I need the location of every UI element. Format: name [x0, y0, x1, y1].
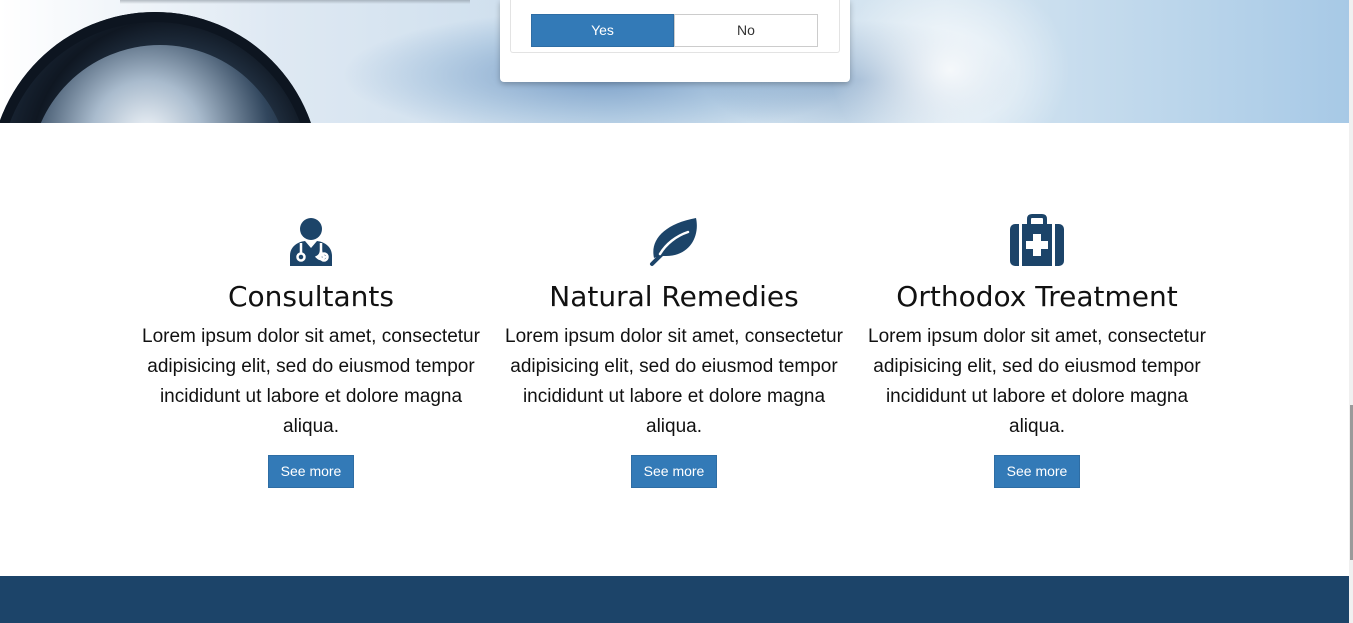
- feature-text: Lorem ipsum dolor sit amet, consectetur …: [505, 326, 843, 437]
- hero-shadow: [120, 0, 470, 4]
- page: Yes No Consultants Lorem ipsum dolor sit…: [0, 0, 1353, 623]
- leaf-icon: [650, 218, 697, 266]
- feature-text: Lorem ipsum dolor sit amet, consectetur …: [868, 326, 1206, 437]
- footer-bar: [0, 576, 1349, 623]
- feature-title: Consultants: [228, 280, 394, 313]
- medkit-icon: [1010, 214, 1064, 266]
- no-button[interactable]: No: [674, 14, 818, 47]
- see-more-button[interactable]: See more: [993, 455, 1081, 488]
- feature-title: Orthodox Treatment: [896, 280, 1178, 313]
- feature-title: Natural Remedies: [549, 280, 799, 313]
- yes-button[interactable]: Yes: [531, 14, 674, 47]
- see-more-button[interactable]: See more: [630, 455, 718, 488]
- feature-orthodox-treatment: Orthodox Treatment Lorem ipsum dolor sit…: [862, 210, 1212, 488]
- hero-glare: [820, 0, 1080, 123]
- feature-consultants: Consultants Lorem ipsum dolor sit amet, …: [136, 210, 486, 488]
- feature-text: Lorem ipsum dolor sit amet, consectetur …: [142, 326, 480, 437]
- feature-natural-remedies: Natural Remedies Lorem ipsum dolor sit a…: [499, 210, 849, 488]
- see-more-button[interactable]: See more: [267, 455, 355, 488]
- doctor-icon: [290, 218, 332, 266]
